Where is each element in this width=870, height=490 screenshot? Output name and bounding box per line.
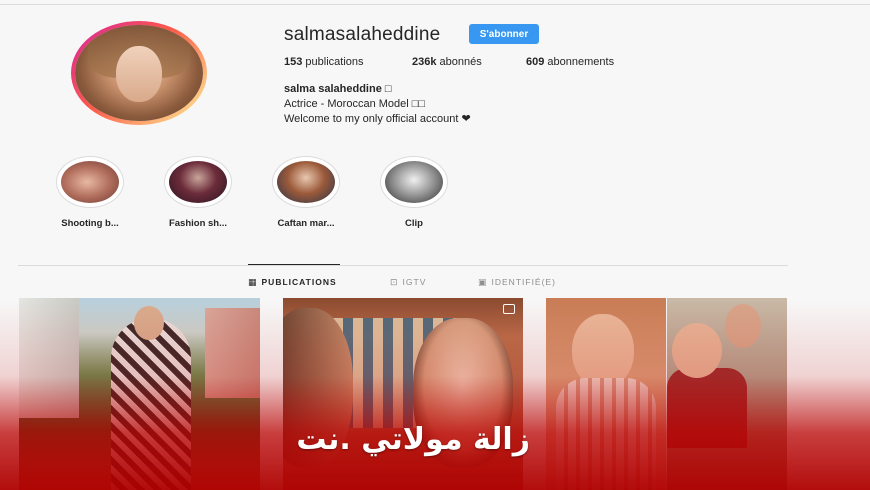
stat-following[interactable]: 609 abonnements — [526, 56, 614, 68]
tag-icon: ▣ — [478, 277, 488, 287]
follow-button[interactable]: S'abonner — [469, 24, 539, 44]
site-watermark: زالة مولاتي .نت — [296, 422, 530, 457]
tab-igtv[interactable]: ⊡ IGTV — [390, 277, 426, 288]
post-thumbnail-3-left[interactable] — [546, 298, 666, 490]
profile-bio: salma salaheddine □ Actrice - Moroccan M… — [284, 82, 471, 127]
profile-username: salmasalaheddine — [284, 24, 441, 45]
stat-posts: 153 publications — [284, 56, 364, 68]
tab-tagged[interactable]: ▣ IDENTIFIÉ(E) — [478, 277, 556, 288]
stat-followers[interactable]: 236k abonnés — [412, 56, 482, 68]
post-thumbnail-3-right[interactable] — [667, 298, 787, 490]
bio-line-2: Welcome to my only official account ❤ — [284, 113, 471, 125]
bio-line-1: Actrice - Moroccan Model □□ — [284, 98, 426, 110]
profile-avatar[interactable] — [71, 21, 207, 125]
profile-photo — [75, 25, 203, 121]
top-divider — [0, 4, 870, 5]
post-thumbnail-2[interactable] — [283, 298, 523, 490]
highlight-caftan[interactable]: Caftan mar... — [261, 156, 351, 229]
highlight-fashion[interactable]: Fashion sh... — [153, 156, 243, 229]
post-thumbnail-1[interactable] — [19, 298, 260, 490]
carousel-icon — [503, 304, 515, 314]
tab-publications[interactable]: ▦ PUBLICATIONS — [248, 277, 337, 288]
active-tab-indicator — [248, 264, 340, 265]
tabs-divider — [18, 265, 788, 266]
profile-full-name: salma salaheddine □ — [284, 83, 392, 95]
igtv-icon: ⊡ — [390, 277, 399, 287]
grid-icon: ▦ — [248, 277, 258, 287]
highlight-shooting[interactable]: Shooting b... — [45, 156, 135, 229]
highlight-clip[interactable]: Clip — [369, 156, 459, 229]
